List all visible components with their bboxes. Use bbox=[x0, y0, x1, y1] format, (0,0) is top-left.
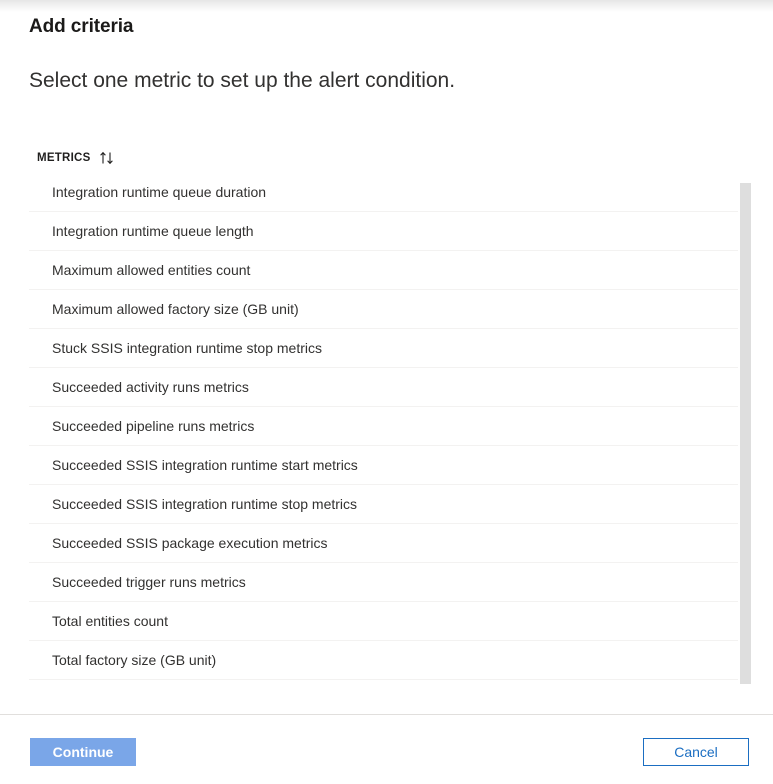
metric-list-item-label: Total factory size (GB unit) bbox=[52, 652, 217, 668]
sort-ascending-descending-icon[interactable] bbox=[99, 151, 115, 165]
metric-list-item[interactable]: Succeeded pipeline runs metrics bbox=[29, 407, 738, 446]
metric-list-item[interactable]: Succeeded SSIS package execution metrics bbox=[29, 524, 738, 563]
footer-divider bbox=[0, 714, 773, 715]
metric-list-item-label: Succeeded SSIS integration runtime stop … bbox=[52, 496, 358, 512]
metric-list-item-label: Stuck SSIS integration runtime stop metr… bbox=[52, 340, 322, 356]
metric-list-item[interactable]: Maximum allowed entities count bbox=[29, 251, 738, 290]
metric-list-item-label: Integration runtime queue length bbox=[52, 223, 254, 239]
page-title: Add criteria bbox=[29, 16, 134, 37]
metric-list-item-label: Succeeded activity runs metrics bbox=[52, 379, 249, 395]
metric-list-scrollbar-thumb[interactable] bbox=[740, 183, 751, 684]
metric-list-item-label: Integration runtime queue duration bbox=[52, 184, 267, 200]
metric-list-item[interactable]: Maximum allowed factory size (GB unit) bbox=[29, 290, 738, 329]
metric-list-item-label: Total entities count bbox=[52, 613, 168, 629]
page-subtitle: Select one metric to set up the alert co… bbox=[29, 69, 456, 92]
metric-list-item-label: Maximum allowed factory size (GB unit) bbox=[52, 301, 299, 317]
metric-list-item[interactable]: Succeeded activity runs metrics bbox=[29, 368, 738, 407]
metric-list-item[interactable]: Total factory size (GB unit) bbox=[29, 641, 738, 680]
cancel-button[interactable]: Cancel bbox=[643, 738, 749, 766]
metric-list-item-partial[interactable] bbox=[29, 680, 738, 684]
metrics-column-header[interactable]: METRICS bbox=[37, 149, 115, 167]
continue-button[interactable]: Continue bbox=[30, 738, 136, 766]
metric-list-item[interactable]: Stuck SSIS integration runtime stop metr… bbox=[29, 329, 738, 368]
metric-list: Integration runtime queue duration Integ… bbox=[29, 177, 738, 684]
metric-list-item[interactable]: Integration runtime queue length bbox=[29, 212, 738, 251]
metric-list-item[interactable]: Succeeded SSIS integration runtime stop … bbox=[29, 485, 738, 524]
metric-list-item[interactable]: Succeeded trigger runs metrics bbox=[29, 563, 738, 602]
metric-list-scrollbar[interactable] bbox=[740, 183, 751, 684]
metric-list-item-label: Succeeded pipeline runs metrics bbox=[52, 418, 255, 434]
metric-list-item[interactable]: Succeeded SSIS integration runtime start… bbox=[29, 446, 738, 485]
metric-list-item[interactable]: Integration runtime queue duration bbox=[29, 177, 738, 212]
metrics-column-header-label: METRICS bbox=[37, 152, 91, 164]
metric-list-item-label: Succeeded SSIS integration runtime start… bbox=[52, 457, 358, 473]
add-criteria-blade: Add criteria Select one metric to set up… bbox=[0, 0, 773, 784]
metric-list-item-label: Succeeded SSIS package execution metrics bbox=[52, 535, 328, 551]
metric-list-viewport: Integration runtime queue duration Integ… bbox=[29, 177, 750, 684]
metric-list-item[interactable]: Total entities count bbox=[29, 602, 738, 641]
metric-list-item-label: Succeeded trigger runs metrics bbox=[52, 574, 246, 590]
metric-list-item-label: Maximum allowed entities count bbox=[52, 262, 251, 278]
